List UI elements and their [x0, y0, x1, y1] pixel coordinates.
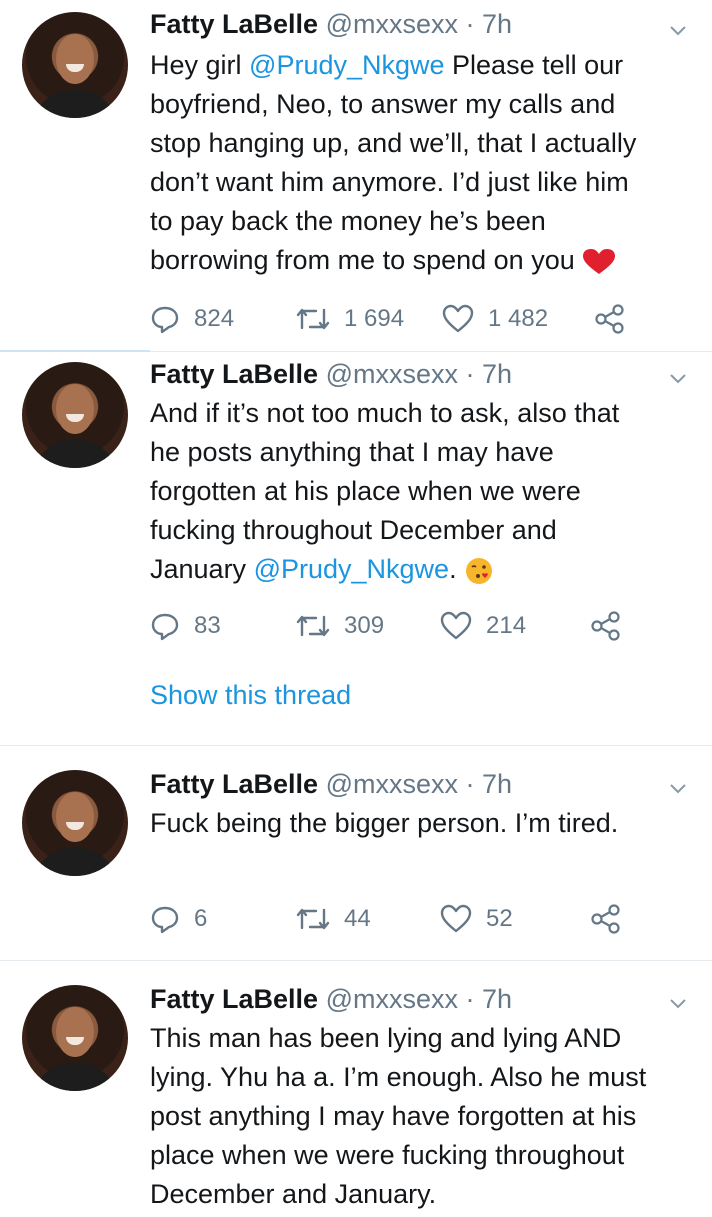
reply-button[interactable]: 83: [150, 609, 221, 643]
retweet-count: 1 694: [344, 305, 405, 332]
retweet-count: 309: [344, 612, 385, 639]
reply-icon: [151, 906, 179, 934]
author-handle[interactable]: @mxxsexx: [326, 769, 458, 799]
tweet-text: And if it’s not too much to ask, also th…: [150, 398, 620, 584]
avatar[interactable]: [22, 12, 128, 118]
like-button[interactable]: 1 482: [442, 302, 548, 336]
tweet-time[interactable]: 7h: [482, 359, 512, 389]
like-icon: [440, 611, 472, 640]
author-name[interactable]: Fatty LaBelle: [150, 9, 318, 39]
author-handle[interactable]: @mxxsexx: [326, 984, 458, 1014]
author-name[interactable]: Fatty LaBelle: [150, 769, 318, 799]
face-blowing-kiss-emoji: [466, 557, 493, 584]
share-button[interactable]: [590, 902, 636, 936]
reply-button[interactable]: 824: [150, 302, 234, 336]
like-button[interactable]: 52: [440, 902, 513, 936]
tweet-1[interactable]: Fatty LaBelle @mxxsexx · 7h Hey girl @Pr…: [0, 0, 712, 350]
tweet-text: Fuck being the bigger person. I’m tired.: [150, 808, 619, 838]
like-icon: [440, 904, 472, 933]
reply-button[interactable]: 6: [150, 902, 207, 936]
like-count: 1 482: [488, 305, 549, 332]
separator-dot: ·: [465, 9, 475, 39]
tweet-header: Fatty LaBelle @mxxsexx · 7h: [150, 981, 512, 1017]
avatar[interactable]: [22, 985, 128, 1091]
author-handle[interactable]: @mxxsexx: [326, 9, 458, 39]
red-heart-emoji: [583, 248, 616, 274]
reply-count: 6: [194, 905, 208, 932]
reply-count: 824: [194, 305, 235, 332]
share-button[interactable]: [594, 302, 640, 336]
tweet-actions: 83 309 214: [150, 609, 670, 643]
tweet-actions: 824 1 694 1 482: [150, 302, 670, 336]
tweet-text: Hey girl @Prudy_Nkgwe Please tell our bo…: [150, 50, 637, 275]
tweet-time[interactable]: 7h: [482, 984, 512, 1014]
share-icon: [595, 304, 624, 334]
share-button[interactable]: [590, 609, 636, 643]
share-icon: [591, 904, 620, 934]
like-button[interactable]: 214: [440, 609, 526, 643]
retweet-button[interactable]: 1 694: [296, 302, 404, 336]
separator-dot: ·: [465, 984, 475, 1014]
reply-count: 83: [194, 612, 221, 639]
separator-dot: ·: [465, 769, 475, 799]
chevron-down-icon[interactable]: [668, 20, 688, 40]
retweet-icon: [296, 615, 330, 637]
retweet-button[interactable]: 44: [296, 902, 371, 936]
retweet-button[interactable]: 309: [296, 609, 384, 643]
chevron-down-icon[interactable]: [668, 368, 688, 388]
mention-link[interactable]: @Prudy_Nkgwe: [249, 50, 445, 80]
retweet-icon: [296, 308, 330, 330]
avatar[interactable]: [22, 362, 128, 468]
tweet-header: Fatty LaBelle @mxxsexx · 7h: [150, 766, 512, 802]
tweet-header: Fatty LaBelle @mxxsexx · 7h: [150, 6, 512, 42]
tweet-3[interactable]: Fatty LaBelle @mxxsexx · 7h Fuck being t…: [0, 746, 712, 958]
share-icon: [591, 611, 620, 641]
chevron-down-icon[interactable]: [668, 778, 688, 798]
tweet-2[interactable]: Fatty LaBelle @mxxsexx · 7h And if it’s …: [0, 352, 712, 744]
chevron-down-icon[interactable]: [668, 993, 688, 1013]
author-name[interactable]: Fatty LaBelle: [150, 359, 318, 389]
reply-icon: [151, 613, 179, 641]
avatar[interactable]: [22, 770, 128, 876]
like-count: 52: [486, 905, 513, 932]
tweet-header: Fatty LaBelle @mxxsexx · 7h: [150, 356, 512, 392]
tweet-actions: 6 44 52: [150, 902, 670, 936]
mention-link[interactable]: @Prudy_Nkgwe: [254, 554, 450, 584]
tweet-4[interactable]: Fatty LaBelle @mxxsexx · 7h This man has…: [0, 961, 712, 1217]
show-thread-link[interactable]: Show this thread: [150, 680, 351, 711]
author-handle[interactable]: @mxxsexx: [326, 359, 458, 389]
separator-dot: ·: [465, 359, 475, 389]
tweet-time[interactable]: 7h: [482, 9, 512, 39]
tweet-time[interactable]: 7h: [482, 769, 512, 799]
retweet-icon: [296, 908, 330, 930]
tweet-text: This man has been lying and lying AND ly…: [150, 1023, 647, 1209]
reply-icon: [151, 306, 179, 334]
like-count: 214: [486, 612, 527, 639]
like-icon: [442, 304, 474, 333]
author-name[interactable]: Fatty LaBelle: [150, 984, 318, 1014]
retweet-count: 44: [344, 905, 371, 932]
